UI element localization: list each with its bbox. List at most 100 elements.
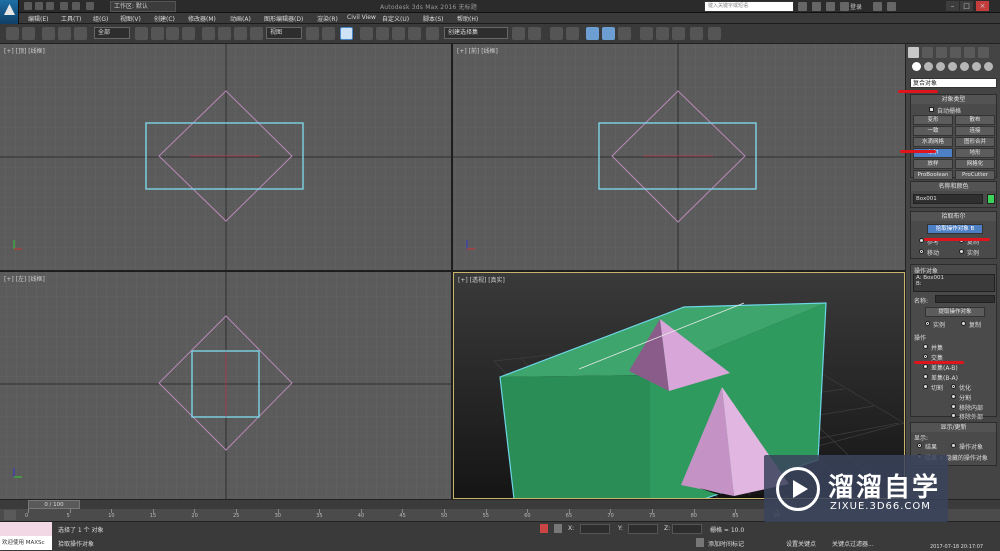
radio-extract-instance[interactable] [925, 321, 930, 326]
select-by-name-icon[interactable] [151, 27, 164, 40]
motion-tab-icon[interactable] [950, 47, 961, 58]
star-icon[interactable] [826, 2, 835, 11]
terrain-button[interactable]: 地形 [955, 148, 995, 158]
align-icon[interactable] [528, 27, 541, 40]
save-file-icon[interactable] [46, 2, 54, 10]
snaps-toggle-icon[interactable] [360, 27, 373, 40]
pick-operand-b-button[interactable]: 拾取操作对象 B [927, 224, 983, 234]
shapes-icon[interactable] [924, 62, 933, 71]
curve-editor-icon[interactable] [586, 27, 599, 40]
user-icon[interactable] [840, 2, 849, 11]
edit-named-sets-icon[interactable] [426, 27, 439, 40]
radio-union[interactable] [923, 344, 928, 349]
radio-remove-outside[interactable] [951, 413, 956, 418]
select-manipulate-icon[interactable] [322, 27, 335, 40]
selection-filter-dropdown[interactable]: 全部 [94, 27, 130, 39]
morph-button[interactable]: 变形 [913, 115, 953, 125]
maximize-button[interactable]: □ [960, 1, 973, 11]
infocenter-icon[interactable] [812, 2, 821, 11]
menu-tools[interactable]: 工具(T) [61, 14, 81, 23]
display-tab-icon[interactable] [964, 47, 975, 58]
scatter-button[interactable]: 散布 [955, 115, 995, 125]
maxscript-listener[interactable] [0, 522, 52, 536]
workspace-dropdown[interactable]: 工作区: 默认 [110, 1, 176, 12]
procutter-button[interactable]: ProCutter [955, 170, 995, 180]
pivot-center-icon[interactable] [306, 27, 319, 40]
mesher-button[interactable]: 网格化 [955, 159, 995, 169]
menu-help[interactable]: 帮助(H) [457, 14, 478, 23]
object-name-field[interactable]: Box001 [913, 194, 983, 204]
schematic-view-icon[interactable] [602, 27, 615, 40]
category-dropdown[interactable]: 复合对象 [910, 78, 997, 88]
help-icon[interactable] [887, 2, 896, 11]
radio-display-result[interactable] [917, 443, 922, 448]
material-editor-icon[interactable] [618, 27, 631, 40]
object-type-title[interactable]: 对象类型 [911, 95, 996, 104]
search-icon[interactable] [798, 2, 807, 11]
menu-civil-view[interactable]: Civil View [347, 14, 376, 21]
menu-customize[interactable]: 自定义(U) [382, 14, 409, 23]
viewport-top[interactable]: [+] [顶] [线框] [0, 44, 451, 270]
select-object-icon[interactable] [135, 27, 148, 40]
viewport-front[interactable]: [+] [前] [线框] [453, 44, 905, 270]
connect-button[interactable]: 连接 [955, 126, 995, 136]
scale-icon[interactable] [234, 27, 247, 40]
radio-refine[interactable] [951, 384, 956, 389]
render-online-icon[interactable] [690, 27, 703, 40]
name-color-title[interactable]: 名称和颜色 [911, 182, 996, 191]
maxscript-mini-listener[interactable]: 欢迎使用 MAXSc [0, 536, 52, 550]
percent-snap-icon[interactable] [392, 27, 405, 40]
a360-icon[interactable] [708, 27, 721, 40]
app-logo-icon[interactable] [0, 0, 19, 24]
bind-spacewarp-icon[interactable] [74, 27, 87, 40]
ribbon-icon[interactable] [566, 27, 579, 40]
set-key-label[interactable]: 设置关键点 [786, 539, 816, 548]
operands-list[interactable]: A: Box001 B: [913, 274, 995, 292]
unlink-icon[interactable] [58, 27, 71, 40]
helpers-icon[interactable] [960, 62, 969, 71]
menu-views[interactable]: 视图(V) [120, 14, 141, 23]
x-coord-field[interactable] [580, 524, 610, 534]
blobmesh-button[interactable]: 水滴网格 [913, 137, 953, 147]
autogrid-checkbox[interactable] [929, 107, 934, 112]
viewport-perspective-label[interactable]: [+] [透视] [真实] [458, 275, 505, 284]
utilities-tab-icon[interactable] [978, 47, 989, 58]
angle-snap-icon[interactable] [376, 27, 389, 40]
link-icon[interactable] [42, 27, 55, 40]
pick-boolean-title[interactable]: 拾取布尔 [911, 212, 996, 221]
conform-button[interactable]: 一致 [913, 126, 953, 136]
undo-tool-icon[interactable] [6, 27, 19, 40]
ref-coord-dropdown[interactable]: 视图 [266, 27, 302, 39]
add-time-tag[interactable]: 添加时间标记 [708, 539, 744, 548]
redo-tool-icon[interactable] [22, 27, 35, 40]
object-color-swatch[interactable] [987, 194, 995, 204]
menu-edit[interactable]: 编辑(E) [28, 14, 48, 23]
viewport-left[interactable]: [+] [左] [线框] [0, 272, 451, 499]
display-update-title[interactable]: 显示/更新 [911, 423, 996, 432]
key-filters-button[interactable]: 关键点过滤器... [832, 539, 874, 548]
rendered-frame-icon[interactable] [656, 27, 669, 40]
mini-curve-editor-icon[interactable] [4, 510, 16, 520]
lights-icon[interactable] [936, 62, 945, 71]
render-icon[interactable] [672, 27, 685, 40]
radio-subtraction-ab[interactable] [923, 364, 928, 369]
layer-manager-icon[interactable] [550, 27, 563, 40]
systems-icon[interactable] [984, 62, 993, 71]
keyboard-shortcut-icon[interactable] [340, 27, 353, 40]
spacewarps-icon[interactable] [972, 62, 981, 71]
geometry-icon[interactable] [912, 62, 921, 71]
login-link[interactable]: 登录 [850, 2, 862, 11]
time-tag-icon[interactable] [696, 538, 704, 547]
menu-group[interactable]: 组(G) [93, 14, 108, 23]
lock-selection-icon[interactable] [540, 524, 548, 533]
radio-subtraction-ba[interactable] [923, 374, 928, 379]
redo-icon[interactable] [72, 2, 80, 10]
undo-icon[interactable] [60, 2, 68, 10]
menu-create[interactable]: 创建(C) [154, 14, 175, 23]
move-icon[interactable] [202, 27, 215, 40]
radio-extract-copy[interactable] [961, 321, 966, 326]
render-setup-icon[interactable] [640, 27, 653, 40]
close-button[interactable]: × [976, 1, 989, 11]
rotate-icon[interactable] [218, 27, 231, 40]
exchange-icon[interactable] [873, 2, 882, 11]
